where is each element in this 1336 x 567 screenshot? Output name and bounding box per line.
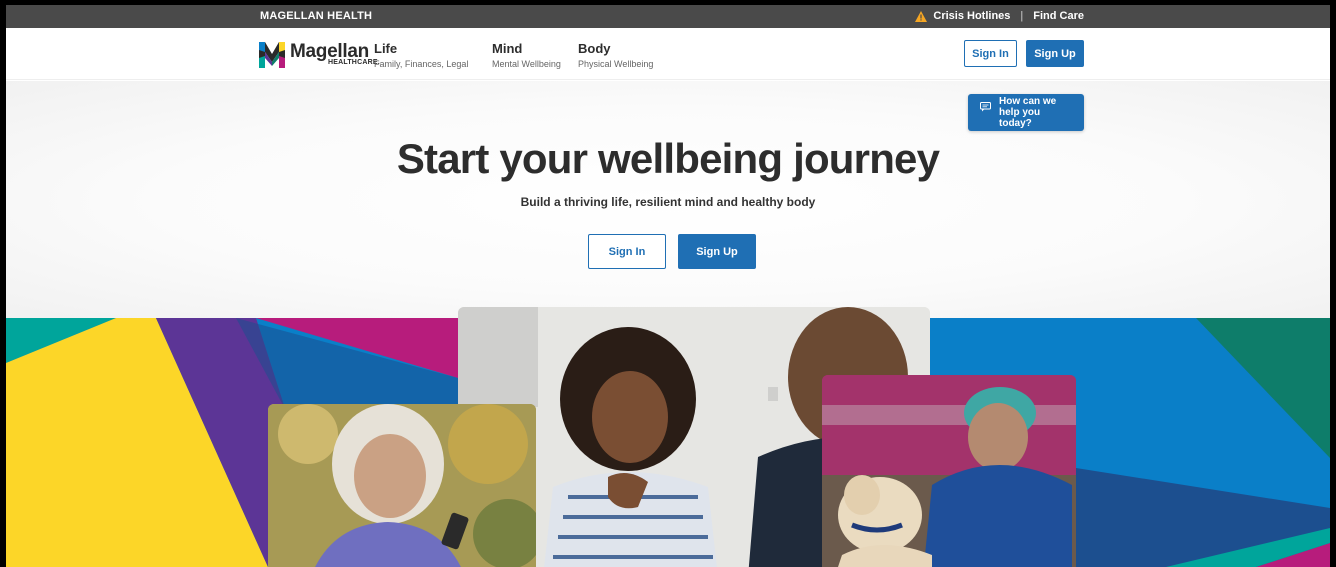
- find-care-link[interactable]: Find Care: [1033, 10, 1084, 22]
- utility-bar: MAGELLAN HEALTH Crisis Hotlines | Find C…: [6, 5, 1330, 28]
- help-chat-label: How can we help you today?: [999, 96, 1057, 129]
- nav-item-title: Mind: [492, 41, 523, 56]
- hero-sign-up-button[interactable]: Sign Up: [678, 234, 756, 269]
- hero-collage: [6, 307, 1330, 567]
- help-chat-button[interactable]: How can we help you today?: [968, 94, 1084, 131]
- crisis-hotlines-link[interactable]: Crisis Hotlines: [933, 10, 1010, 22]
- photo-man-dog: [822, 375, 1076, 567]
- magellan-m-logo-icon: [259, 42, 285, 68]
- main-nav: Magellan HEALTHCARE. Life Family, Financ…: [6, 28, 1330, 80]
- photo-right-illustration: [822, 375, 1076, 567]
- nav-item-title: Life: [374, 41, 398, 56]
- logo-subtitle: HEALTHCARE.: [328, 59, 380, 66]
- hero-sign-in-button[interactable]: Sign In: [588, 234, 666, 269]
- link-separator: |: [1020, 10, 1024, 22]
- nav-sign-up-button[interactable]: Sign Up: [1026, 40, 1084, 67]
- brand-text: MAGELLAN HEALTH: [260, 10, 373, 22]
- magellan-logo[interactable]: Magellan HEALTHCARE.: [259, 40, 380, 68]
- hero-title: Start your wellbeing journey: [396, 135, 940, 182]
- nav-item-subtitle: Mental Wellbeing: [492, 59, 561, 69]
- nav-item-subtitle: Physical Wellbeing: [578, 59, 654, 69]
- photo-left-illustration: [268, 404, 536, 567]
- chat-bubble-icon: [980, 102, 991, 112]
- nav-item-title: Body: [578, 41, 611, 56]
- logo-wordmark: Magellan HEALTHCARE.: [290, 42, 380, 66]
- nav-item-subtitle: Family, Finances, Legal: [374, 59, 469, 69]
- utility-links: Crisis Hotlines | Find Care: [915, 10, 1084, 22]
- nav-item-life[interactable]: Life Family, Finances, Legal: [374, 41, 468, 69]
- warning-triangle-icon: [915, 10, 928, 22]
- nav-item-body[interactable]: Body Physical Wellbeing: [578, 41, 653, 69]
- nav-sign-in-button[interactable]: Sign In: [964, 40, 1017, 67]
- browser-viewport: MAGELLAN HEALTH Crisis Hotlines | Find C…: [6, 5, 1330, 567]
- nav-item-mind[interactable]: Mind Mental Wellbeing: [492, 41, 561, 69]
- photo-woman-phone: [268, 404, 536, 567]
- hero-subtitle: Build a thriving life, resilient mind an…: [520, 195, 816, 209]
